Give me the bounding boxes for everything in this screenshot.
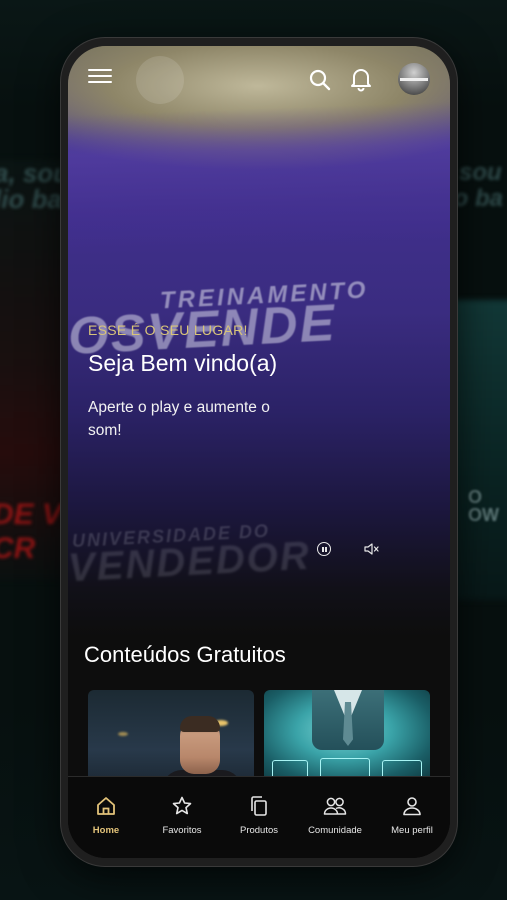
nav-label: Produtos [239, 825, 279, 836]
hero-title: Seja Bem vindo(a) [88, 350, 278, 376]
hero-subtitle: Aperte o play e aumente o som! [88, 399, 270, 439]
bell-icon [351, 69, 371, 92]
avatar[interactable] [398, 63, 430, 95]
menu-icon-line [88, 81, 112, 83]
bottom-navigation: Home Favoritos Produtos Comunidade Meu p… [68, 776, 450, 858]
notifications-button[interactable] [348, 66, 374, 92]
nav-label: Favoritos [162, 825, 202, 836]
copy-icon [251, 796, 267, 816]
content-card[interactable] [264, 690, 430, 790]
card-light [118, 732, 128, 736]
section-title: Conteúdos Gratuitos [84, 642, 286, 667]
menu-icon [88, 69, 112, 71]
search-button[interactable] [308, 68, 332, 92]
search-icon [309, 69, 331, 91]
nav-item-meu-perfil[interactable]: Meu perfil [374, 795, 450, 843]
home-icon [97, 797, 115, 815]
nav-item-favoritos[interactable]: Favoritos [144, 795, 220, 843]
content-card[interactable] [88, 690, 254, 790]
menu-icon-line [88, 75, 112, 77]
nav-label: Home [92, 825, 120, 836]
hero-purple-band [68, 100, 450, 256]
mute-button[interactable] [364, 542, 380, 556]
hero-banner[interactable]: TREINAMENTO OSVENDE UNIVERSIDADE DO VEND… [68, 46, 450, 636]
nav-item-produtos[interactable]: Produtos [221, 795, 297, 843]
nav-label: Comunidade [308, 825, 362, 836]
pause-button[interactable] [317, 542, 331, 556]
star-icon [172, 796, 192, 815]
user-icon [403, 797, 421, 816]
volume-mute-icon [364, 543, 379, 555]
background-right-text-2: O OW [468, 487, 499, 525]
phone-screen: TREINAMENTO OSVENDE UNIVERSIDADE DO VEND… [68, 46, 450, 858]
top-bar [68, 46, 450, 116]
hero-eyebrow: ESSE É O SEU LUGAR! [88, 322, 248, 338]
users-icon [323, 797, 347, 815]
nav-item-home[interactable]: Home [68, 795, 144, 843]
logo[interactable] [136, 56, 184, 104]
card-person-hair [180, 716, 220, 732]
background-left-text: a, sou lio ba [0, 158, 70, 214]
nav-item-comunidade[interactable]: Comunidade [297, 795, 373, 843]
menu-button[interactable] [86, 66, 114, 92]
nav-label: Meu perfil [391, 825, 433, 836]
